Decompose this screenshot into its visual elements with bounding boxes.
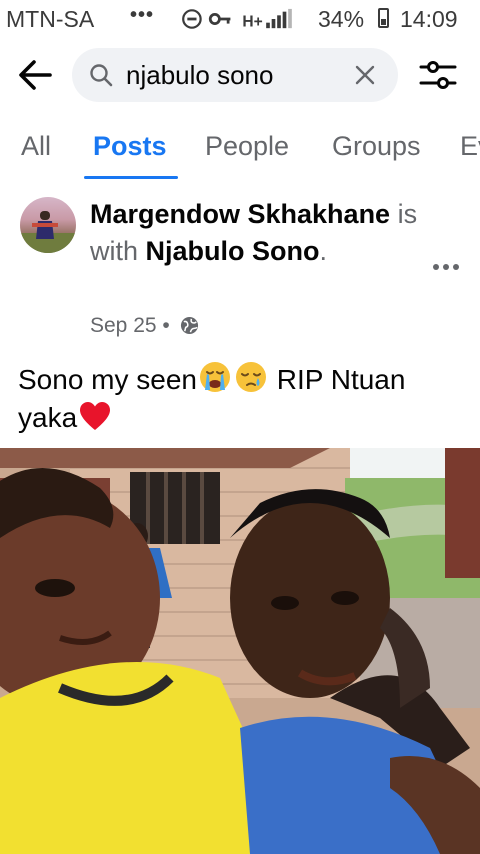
crying-face-icon: [200, 362, 230, 392]
back-arrow-icon[interactable]: [16, 56, 54, 94]
sleepy-face-icon: [236, 362, 266, 392]
clock: 14:09: [400, 6, 458, 32]
post-text-part1: Sono my seen: [18, 364, 197, 395]
meta-separator: •: [162, 314, 170, 337]
do-not-disturb-icon: [182, 9, 202, 29]
globe-icon: [180, 316, 198, 335]
author-name[interactable]: Margendow Skhakhane: [90, 199, 390, 229]
status-icons: H+: [182, 8, 292, 30]
red-heart-icon: [80, 402, 111, 430]
active-tab-indicator: [84, 176, 178, 179]
status-bar: MTN-SA ••• H+ 34% 14:09: [0, 0, 480, 38]
tagged-person-name[interactable]: Njabulo Sono: [146, 236, 320, 266]
key-icon: [208, 13, 231, 25]
post-photo[interactable]: [0, 448, 480, 854]
battery-percent: 34%: [318, 6, 365, 32]
carrier-name: MTN-SA: [6, 6, 95, 32]
search-input[interactable]: [126, 58, 346, 92]
battery-icon: [378, 8, 389, 28]
author-avatar[interactable]: [20, 197, 76, 253]
tab-posts[interactable]: Posts: [93, 131, 167, 162]
post-date[interactable]: Sep 25: [90, 314, 157, 337]
signal-icon: [266, 8, 292, 29]
post-author-line: Margendow Skhakhane is with Njabulo Sono…: [90, 196, 430, 270]
tab-all[interactable]: All: [21, 131, 51, 162]
network-type-label: H+: [242, 13, 262, 30]
post-meta: Sep 25 •: [90, 313, 199, 339]
tagged-suffix: .: [319, 236, 328, 266]
search-icon: [90, 64, 113, 87]
search-filter-tabs: All Posts People Groups Ev: [0, 118, 480, 180]
post-text: Sono my seen RIP Ntuan yaka: [18, 360, 468, 437]
filter-sliders-icon[interactable]: [418, 56, 458, 94]
clear-search-icon[interactable]: [353, 63, 377, 87]
search-bar[interactable]: [72, 48, 398, 102]
notification-dots: •••: [130, 4, 155, 26]
tab-groups[interactable]: Groups: [332, 131, 421, 162]
tab-people[interactable]: People: [205, 131, 289, 162]
tab-events[interactable]: Ev: [460, 131, 480, 162]
more-options-icon[interactable]: [430, 254, 462, 280]
